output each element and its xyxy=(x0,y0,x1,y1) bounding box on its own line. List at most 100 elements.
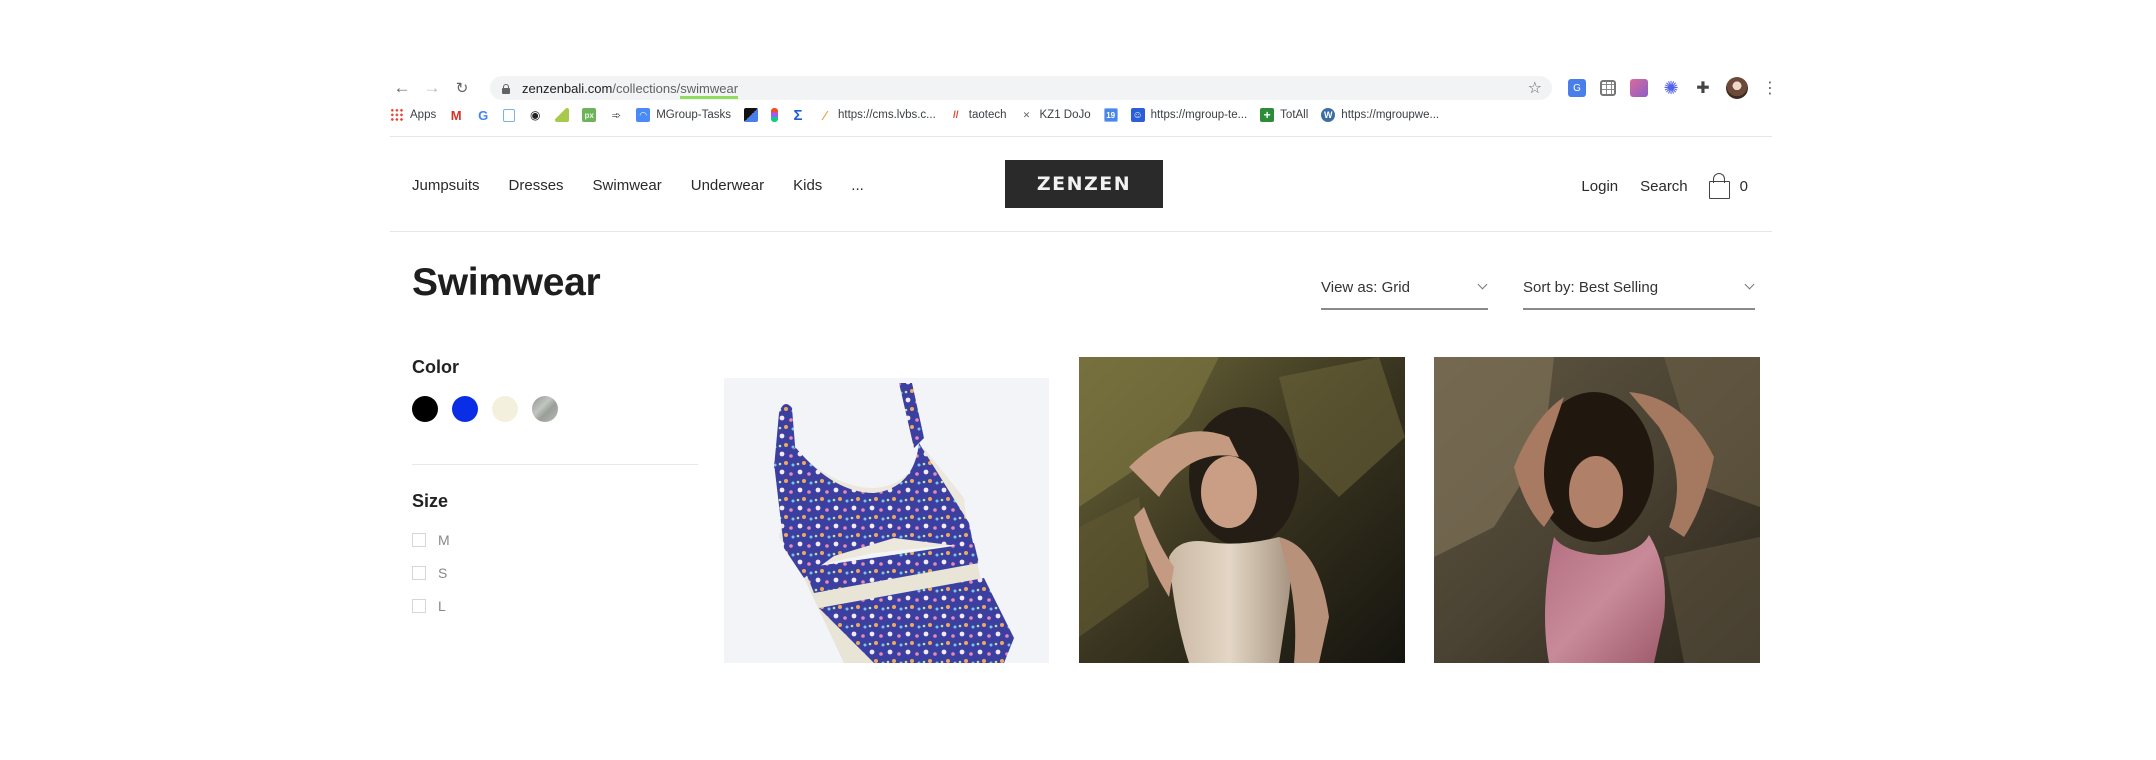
bookmark-star-icon[interactable]: ☆ xyxy=(1528,78,1542,98)
color-swatch-black[interactable] xyxy=(412,396,438,422)
sort-by-select[interactable]: Sort by: Best Selling xyxy=(1523,279,1755,310)
bookmark-label: TotAll xyxy=(1280,109,1309,121)
arrow-icon: ➾ xyxy=(611,109,621,122)
bookmark-label: KZ1 DoJo xyxy=(1039,109,1091,121)
google-icon: G xyxy=(478,107,489,123)
bookmark-leaf[interactable] xyxy=(555,108,570,122)
bookmark-figma[interactable] xyxy=(771,108,778,122)
bookmark-apps[interactable]: Apps xyxy=(390,108,436,122)
color-swatch-blue[interactable] xyxy=(452,396,478,422)
product-card-pink-swimsuit[interactable] xyxy=(1434,357,1760,663)
nav-kids[interactable]: Kids xyxy=(793,177,822,194)
site-logo[interactable]: ZENZEN xyxy=(1005,160,1163,208)
puzzle-extensions-icon[interactable]: ✚ xyxy=(1694,79,1712,97)
color-swatch-cream[interactable] xyxy=(492,396,518,422)
size-filter-title: Size xyxy=(412,491,449,511)
size-options: M S L xyxy=(412,532,698,614)
color-swatches xyxy=(412,396,698,422)
cart-count: 0 xyxy=(1739,177,1748,195)
profile-avatar[interactable] xyxy=(1726,77,1748,99)
reload-button[interactable]: ↻ xyxy=(450,76,474,100)
checkbox[interactable] xyxy=(412,566,426,580)
nav-underwear[interactable]: Underwear xyxy=(691,177,764,194)
sigma-icon: Σ xyxy=(793,106,803,124)
back-button[interactable]: ← xyxy=(390,76,414,100)
bookmark-label: https://mgroupwe... xyxy=(1341,109,1440,121)
product-card-floral-swimsuit[interactable] xyxy=(724,378,1049,663)
color-filter-title: Color xyxy=(412,357,459,377)
header-actions: Login Search 0 xyxy=(1559,173,1748,199)
bookmark-arrow[interactable]: ➾ xyxy=(609,108,623,122)
leaf-icon xyxy=(555,108,570,122)
nav-jumpsuits[interactable]: Jumpsuits xyxy=(412,177,480,194)
bookmark-doc[interactable] xyxy=(503,108,516,122)
gradient-extension-icon[interactable] xyxy=(1630,79,1648,97)
plus-icon: + xyxy=(1260,108,1275,122)
browser-menu-icon[interactable]: ⋮ xyxy=(1762,78,1778,98)
bookmarks-bar: Apps M G ◉ px ➾ ◠ MGroup-Tasks Σ ⁄ https:/… xyxy=(390,104,1452,126)
bookmark-cms[interactable]: ⁄ https://cms.lvbs.c... xyxy=(818,108,936,123)
size-option-l[interactable]: L xyxy=(412,598,698,614)
nav-more[interactable]: ... xyxy=(851,177,864,194)
grid-extension-icon[interactable] xyxy=(1600,80,1616,96)
login-link[interactable]: Login xyxy=(1581,178,1618,195)
size-option-s[interactable]: S xyxy=(412,565,698,581)
view-as-select[interactable]: View as: Grid xyxy=(1321,279,1488,310)
shopping-bag-icon[interactable] xyxy=(1708,173,1730,199)
product-card-nude-swimsuit[interactable] xyxy=(1079,357,1405,663)
bookmark-label: Apps xyxy=(410,109,437,121)
bookmark-label: taotech xyxy=(968,109,1007,121)
checkbox[interactable] xyxy=(412,599,426,613)
calendar-icon: 19 xyxy=(1103,108,1118,122)
wordpress-icon: W xyxy=(1321,108,1336,122)
bookmark-px[interactable]: px xyxy=(582,108,597,122)
arrow-right-icon: → xyxy=(423,78,441,97)
checkbox[interactable] xyxy=(412,533,426,547)
bookmark-sigma[interactable]: Σ xyxy=(791,106,805,124)
size-label: L xyxy=(438,598,446,614)
view-as-value: View as: Grid xyxy=(1321,279,1410,296)
chrome-divider xyxy=(390,136,1772,137)
url-path-highlight: swimwear xyxy=(680,80,739,99)
address-bar[interactable]: zenzenbali.com/collections/swimwear ☆ xyxy=(490,76,1552,100)
bookmark-mgroupwe[interactable]: Whttps://mgroupwe... xyxy=(1321,108,1439,122)
chevron-down-icon xyxy=(1477,279,1488,290)
filters-sidebar: Color Size M S L xyxy=(412,357,698,614)
product-image xyxy=(1434,357,1760,663)
size-option-m[interactable]: M xyxy=(412,532,698,548)
arrow-left-icon: ← xyxy=(393,78,411,97)
px-icon: px xyxy=(582,108,597,122)
bookmark-mgroup-te[interactable]: ☺ https://mgroup-te... xyxy=(1130,108,1248,122)
bookmark-calendar[interactable]: 19 xyxy=(1103,108,1118,122)
chevron-down-icon xyxy=(1744,279,1755,290)
monday-icon: // xyxy=(953,109,959,121)
face-icon: ☺ xyxy=(1130,108,1145,122)
sort-by-value: Sort by: Best Selling xyxy=(1523,279,1659,296)
apps-icon xyxy=(390,108,404,122)
browser-chrome: ← → ↻ zenzenbali.com/collections/swimwea… xyxy=(390,76,1778,124)
color-swatch-grey-marble[interactable] xyxy=(532,396,558,422)
header-divider xyxy=(390,231,1772,232)
nav-dresses[interactable]: Dresses xyxy=(509,177,564,194)
translate-extension-icon[interactable]: G xyxy=(1568,79,1586,97)
bookmark-totall[interactable]: + TotAll xyxy=(1260,108,1308,122)
nav-swimwear[interactable]: Swimwear xyxy=(593,177,662,194)
url-path: /collections/ xyxy=(612,80,681,96)
search-link[interactable]: Search xyxy=(1640,178,1688,195)
bookmark-taotech[interactable]: // taotech xyxy=(949,108,1007,122)
bookmark-label: https://mgroup-te... xyxy=(1150,109,1248,121)
url-host: zenzenbali.com xyxy=(522,80,613,96)
bookmark-kz1-dojo[interactable]: ✕ KZ1 DoJo xyxy=(1020,108,1091,122)
bookmark-mgroup-tasks[interactable]: ◠ MGroup-Tasks xyxy=(636,108,731,122)
bookmark-eye[interactable]: ◉ xyxy=(528,108,542,122)
bookmark-split-square[interactable] xyxy=(744,108,758,122)
url-text[interactable]: zenzenbali.com/collections/swimwear xyxy=(522,80,739,99)
gear-extension-icon[interactable]: ✺ xyxy=(1662,78,1680,98)
filter-divider xyxy=(412,464,698,465)
bookmark-label: MGroup-Tasks xyxy=(656,109,731,121)
page-title: Swimwear xyxy=(412,261,601,304)
bookmark-gmail[interactable]: M xyxy=(449,108,463,123)
forward-button[interactable]: → xyxy=(420,76,444,100)
product-image xyxy=(1079,357,1405,663)
bookmark-google[interactable]: G xyxy=(476,107,490,123)
